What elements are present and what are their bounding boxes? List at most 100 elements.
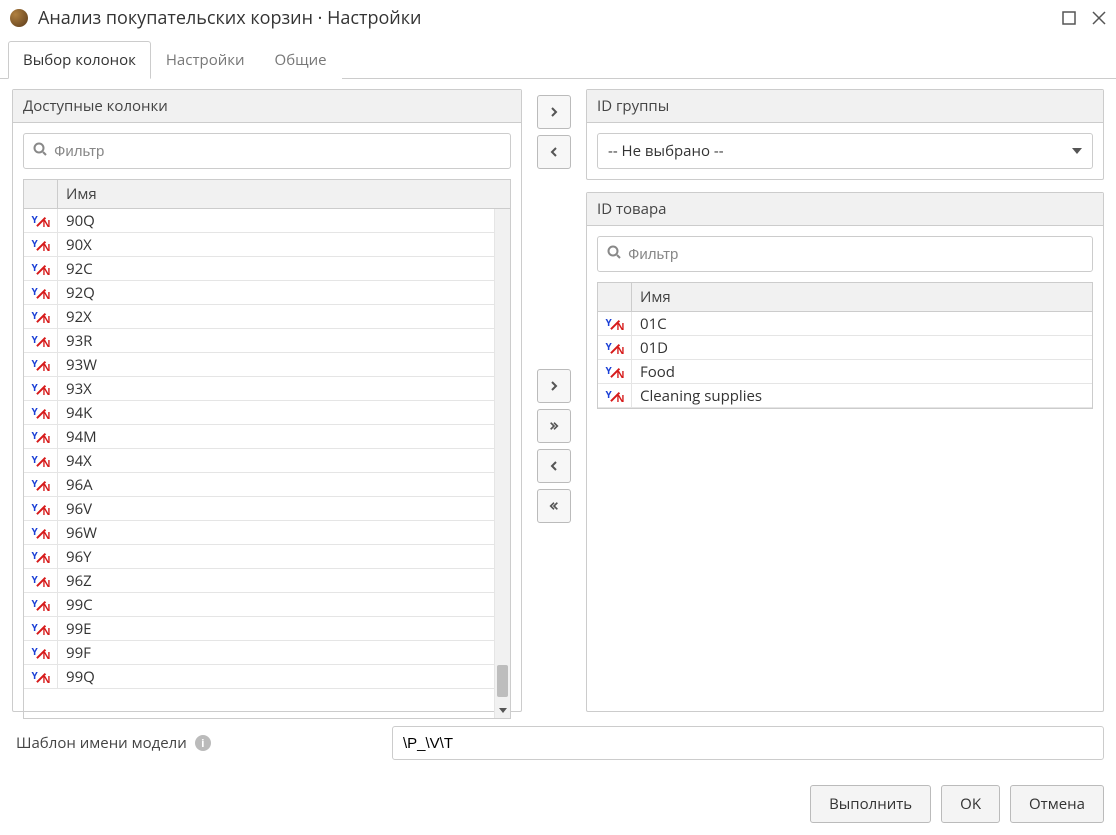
table-row[interactable]: 94K [24, 401, 510, 425]
table-row[interactable]: 96V [24, 497, 510, 521]
row-type-icon [24, 329, 58, 352]
row-type-icon [24, 545, 58, 568]
table-row[interactable]: 01D [598, 336, 1092, 360]
table-row[interactable]: 96A [24, 473, 510, 497]
table-row[interactable]: 93W [24, 353, 510, 377]
scrollbar[interactable] [494, 209, 510, 718]
row-name: 92X [58, 305, 510, 328]
grid-header-icon-col [24, 180, 58, 208]
grid-header-name[interactable]: Имя [632, 283, 1092, 311]
window-title: Анализ покупательских корзин · Настройки [38, 6, 1048, 30]
ok-button[interactable]: OK [941, 785, 1000, 823]
group-id-title: ID группы [587, 90, 1103, 123]
grid-header-icon-col [598, 283, 632, 311]
row-type-icon [24, 401, 58, 424]
table-row[interactable]: 90X [24, 233, 510, 257]
yn-icon [32, 285, 50, 301]
row-type-icon [24, 449, 58, 472]
row-type-icon [24, 665, 58, 688]
row-name: 93W [58, 353, 510, 376]
tab-settings[interactable]: Настройки [151, 41, 260, 79]
move-all-right-button[interactable] [537, 409, 571, 443]
group-id-panel: ID группы -- Не выбрано -- [586, 89, 1104, 180]
row-name: 99F [58, 641, 510, 664]
grid-header-name[interactable]: Имя [58, 180, 510, 208]
row-type-icon [24, 521, 58, 544]
row-name: 92C [58, 257, 510, 280]
yn-icon [32, 621, 50, 637]
tab-columns[interactable]: Выбор колонок [8, 41, 151, 79]
row-name: 93R [58, 329, 510, 352]
yn-icon [32, 597, 50, 613]
product-filter-input[interactable] [597, 236, 1093, 272]
execute-button[interactable]: Выполнить [810, 785, 931, 823]
model-name-input[interactable] [392, 726, 1104, 760]
row-name: 94M [58, 425, 510, 448]
yn-icon [606, 316, 624, 332]
row-name: 92Q [58, 281, 510, 304]
row-type-icon [24, 233, 58, 256]
row-type-icon [598, 336, 632, 359]
row-type-icon [24, 257, 58, 280]
chevron-down-icon [1072, 141, 1082, 161]
yn-icon [32, 549, 50, 565]
table-row[interactable]: 94X [24, 449, 510, 473]
transfer-buttons [532, 89, 576, 712]
row-type-icon [598, 384, 632, 407]
table-row[interactable]: 90Q [24, 209, 510, 233]
table-row[interactable]: 92X [24, 305, 510, 329]
row-type-icon [24, 473, 58, 496]
yn-icon [32, 573, 50, 589]
table-row[interactable]: 96Z [24, 569, 510, 593]
table-row[interactable]: 96Y [24, 545, 510, 569]
table-row[interactable]: 99E [24, 617, 510, 641]
table-row[interactable]: 92Q [24, 281, 510, 305]
table-row[interactable]: Food [598, 360, 1092, 384]
table-row[interactable]: 93R [24, 329, 510, 353]
row-name: Cleaning supplies [632, 384, 1092, 407]
table-row[interactable]: 96W [24, 521, 510, 545]
maximize-button[interactable] [1060, 9, 1078, 27]
yn-icon [32, 333, 50, 349]
group-id-select[interactable]: -- Не выбрано -- [597, 133, 1093, 169]
yn-icon [32, 405, 50, 421]
product-id-panel: ID товара Имя [586, 192, 1104, 712]
table-row[interactable]: 92C [24, 257, 510, 281]
move-all-left-button[interactable] [537, 489, 571, 523]
row-name: 90Q [58, 209, 510, 232]
search-icon [607, 244, 621, 264]
table-row[interactable]: 99Q [24, 665, 510, 689]
table-row[interactable]: 01C [598, 312, 1092, 336]
scrollbar-thumb[interactable] [497, 665, 508, 697]
move-right-top-button[interactable] [537, 95, 571, 129]
table-row[interactable]: 94M [24, 425, 510, 449]
available-columns-title: Доступные колонки [13, 90, 521, 123]
info-icon[interactable]: i [195, 735, 211, 751]
row-name: 99Q [58, 665, 510, 688]
table-row[interactable]: 99C [24, 593, 510, 617]
yn-icon [32, 357, 50, 373]
app-icon [10, 9, 28, 27]
tabs: Выбор колонок Настройки Общие [0, 40, 1116, 79]
cancel-button[interactable]: Отмена [1010, 785, 1104, 823]
move-right-button[interactable] [537, 369, 571, 403]
row-name: 96V [58, 497, 510, 520]
row-name: 96W [58, 521, 510, 544]
table-row[interactable]: 99F [24, 641, 510, 665]
row-type-icon [24, 497, 58, 520]
yn-icon [606, 340, 624, 356]
table-row[interactable]: 93X [24, 377, 510, 401]
yn-icon [32, 429, 50, 445]
titlebar: Анализ покупательских корзин · Настройки [0, 0, 1116, 36]
yn-icon [606, 388, 624, 404]
available-filter-input[interactable] [23, 133, 511, 169]
tab-general[interactable]: Общие [260, 41, 342, 79]
close-button[interactable] [1090, 9, 1108, 27]
move-left-button[interactable] [537, 449, 571, 483]
move-left-top-button[interactable] [537, 135, 571, 169]
table-row[interactable]: Cleaning supplies [598, 384, 1092, 408]
row-type-icon [24, 569, 58, 592]
scroll-down-button[interactable] [495, 702, 510, 718]
row-type-icon [24, 593, 58, 616]
row-name: 96Z [58, 569, 510, 592]
